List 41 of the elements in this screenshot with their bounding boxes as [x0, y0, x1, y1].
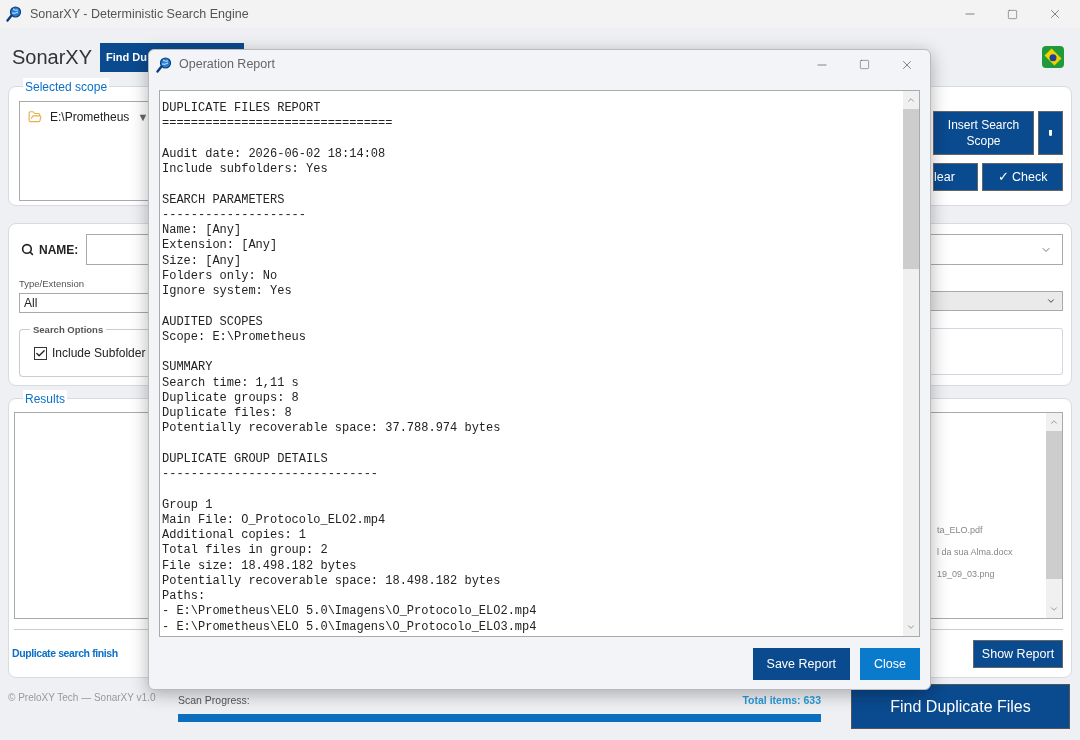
report-line: Paths:: [162, 589, 206, 605]
report-line: File size: 18.498.182 bytes: [162, 558, 357, 574]
report-line: Potentially recoverable space: 37.788.974 bytes: [162, 421, 501, 437]
report-line: Folders only: No: [162, 268, 278, 284]
report-line: Duplicate files: 8: [162, 406, 292, 422]
report-line: DUPLICATE FILES REPORT: [162, 101, 321, 117]
type-label: Type/Extension: [19, 277, 85, 291]
report-line: Size: [Any]: [162, 253, 242, 269]
report-line: Potentially recoverable space: 18.498.182 bytes: [162, 573, 501, 589]
copyright-text: © PreloXY Tech — SonarXY v1.0: [8, 691, 157, 705]
status-text: Duplicate search finish: [12, 646, 118, 661]
report-line: ================================: [162, 116, 393, 132]
name-label: NAME:: [39, 241, 79, 259]
window-title: SonarXY - Deterministic Search Engine: [30, 5, 249, 23]
progress-label: Scan Progress:: [178, 693, 250, 708]
report-line: - E:\Prometheus\ELO 5.0\Imagens\O_Protocolo_ELO2.mp4: [162, 604, 537, 620]
report-line: Ignore system: Yes: [162, 284, 292, 300]
report-line: Audit date: 2026-06-02 18:14:08: [162, 146, 386, 162]
report-line: AUDITED SCOPES: [162, 314, 263, 330]
report-line: SUMMARY: [162, 360, 213, 376]
report-line: Total files in group: 2: [162, 543, 328, 559]
app-name: SonarXY: [12, 45, 93, 70]
report-line: Extension: [Any]: [162, 238, 278, 254]
group-legend: Search Options: [30, 323, 107, 338]
report-line: Scope: E:\Prometheus: [162, 329, 307, 345]
report-line: Main File: O_Protocolo_ELO2.mp4: [162, 512, 386, 528]
report-line: SEARCH PARAMETERS: [162, 192, 285, 208]
report-line: Search time: 1,11 s: [162, 375, 299, 391]
report-line: --------------------: [162, 207, 307, 223]
report-line: Name: [Any]: [162, 223, 242, 239]
panel-legend: Selected scope: [23, 78, 110, 96]
report-line: ------------------------------: [162, 467, 379, 483]
report-line: Include subfolders: Yes: [162, 162, 328, 178]
total-items: Total items: 633: [742, 693, 821, 708]
report-line: Duplicate groups: 8: [162, 390, 299, 406]
report-line: Additional copies: 1: [162, 528, 307, 544]
report-line: - E:\Prometheus\ELO 5.0\Imagens\O_Protocolo_ELO3.mp4: [162, 619, 537, 635]
report-line: Group 1: [162, 497, 213, 513]
report-line: DUPLICATE GROUP DETAILS: [162, 451, 328, 467]
checkbox-label: Include Subfolder: [52, 345, 146, 363]
dialog-title: Operation Report: [179, 56, 275, 74]
